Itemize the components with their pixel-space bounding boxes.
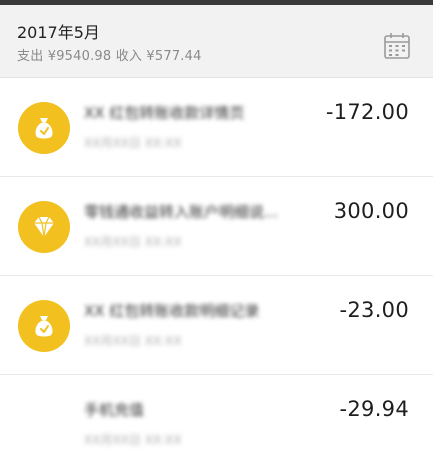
transaction-time: XX月XX日 XX:XX	[84, 334, 182, 348]
transaction-time: XX月XX日 XX:XX	[84, 235, 182, 249]
calendar-icon	[384, 33, 410, 59]
transaction-amount: -172.00	[325, 100, 409, 124]
transaction-amount: 300.00	[333, 199, 409, 223]
transaction-row[interactable]: 手机充值 XX月XX日 XX:XX -29.94	[0, 375, 433, 456]
money-bag-icon	[18, 102, 70, 154]
transaction-row[interactable]: XX 红包转账收款明细记录 XX月XX日 XX:XX -23.00	[0, 276, 433, 375]
transaction-amount: -29.94	[339, 397, 409, 421]
transaction-time: XX月XX日 XX:XX	[84, 433, 182, 447]
transaction-title: XX 红包转账收款详情页	[84, 104, 245, 122]
transaction-row[interactable]: 零钱通收益转入账户明细说... XX月XX日 XX:XX 300.00	[0, 177, 433, 276]
diamond-icon	[18, 201, 70, 253]
money-bag-icon	[18, 300, 70, 352]
transaction-time: XX月XX日 XX:XX	[84, 136, 182, 150]
transaction-list: XX 红包转账收款详情页 XX月XX日 XX:XX -172.00 零钱通收益转…	[0, 78, 433, 456]
transaction-title: 零钱通收益转入账户明细说...	[84, 203, 279, 221]
transaction-amount: -23.00	[339, 298, 409, 322]
transaction-title: XX 红包转账收款明细记录	[84, 302, 260, 320]
transaction-title: 手机充值	[84, 401, 145, 419]
transaction-row[interactable]: XX 红包转账收款详情页 XX月XX日 XX:XX -172.00	[0, 78, 433, 177]
month-summary: 支出 ¥9540.98 收入 ¥577.44	[17, 49, 202, 64]
month-title[interactable]: 2017年5月	[17, 19, 100, 43]
blank-icon	[18, 399, 70, 451]
month-header: 2017年5月 支出 ¥9540.98 收入 ¥577.44	[0, 5, 433, 78]
calendar-button[interactable]	[383, 32, 411, 60]
